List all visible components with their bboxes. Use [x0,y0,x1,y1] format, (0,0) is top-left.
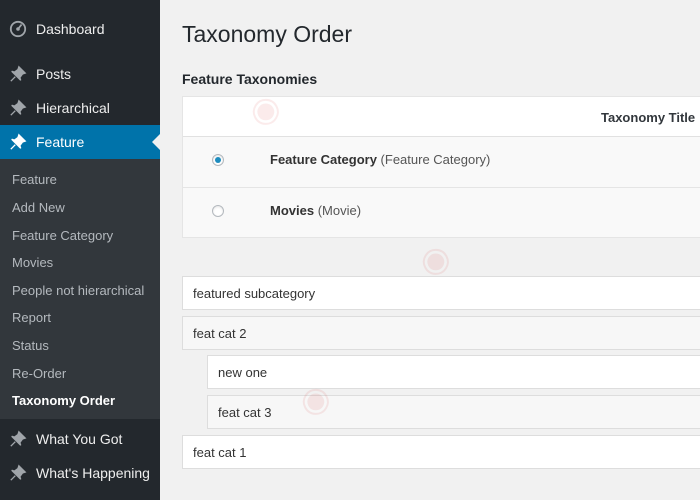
menu-label: Dashboard [36,21,105,37]
table-row[interactable]: Movies (Movie) [183,187,700,237]
taxonomy-name: Movies [270,203,315,218]
taxonomy-label: Feature Category (Feature Category) [270,152,490,167]
column-header-taxonomy-title: Taxonomy Title [601,110,696,125]
sortable-term[interactable]: feat cat 3 [207,395,700,429]
submenu-item-status[interactable]: Status [12,338,49,353]
pin-icon [0,91,36,125]
menu-label: Posts [36,66,72,82]
page-title: Taxonomy Order [182,21,353,47]
pin-icon [0,456,36,490]
menu-item-dashboard[interactable]: Dashboard [0,12,160,46]
feature-submenu: Feature Add New Feature Category Movies … [0,159,160,419]
sortable-term[interactable]: new one [207,355,700,389]
submenu-item-re-order[interactable]: Re-Order [12,366,66,381]
section-title: Feature Taxonomies [182,71,318,87]
menu-item-whats-happening[interactable]: What's Happening [0,456,160,490]
table-row[interactable]: Feature Category (Feature Category) [183,137,700,187]
radio-button[interactable] [212,205,224,217]
submenu-item-people[interactable]: People not hierarchical [12,283,144,298]
main-content: Taxonomy Order Feature Taxonomies Taxono… [160,0,700,500]
taxonomy-name: Feature Category [270,152,377,167]
submenu-item-report[interactable]: Report [12,310,51,325]
menu-item-what-you-got[interactable]: What You Got [0,422,160,456]
menu-item-feature[interactable]: Feature [0,125,160,159]
submenu-item-add-new[interactable]: Add New [12,200,65,215]
pin-icon [0,57,36,91]
menu-item-posts[interactable]: Posts [0,57,160,91]
menu-label: What You Got [36,431,123,447]
submenu-item-feature[interactable]: Feature [12,172,57,187]
pin-icon [0,125,36,159]
menu-label: Hierarchical [36,100,110,116]
menu-item-hierarchical[interactable]: Hierarchical [0,91,160,125]
sortable-term[interactable]: feat cat 2 [182,316,700,350]
taxonomy-label: Movies (Movie) [270,203,361,218]
admin-sidebar: Dashboard Posts Hierarchical Feature Fea… [0,0,160,500]
radio-button[interactable] [212,154,224,166]
submenu-item-taxonomy-order[interactable]: Taxonomy Order [12,393,115,408]
submenu-item-feature-category[interactable]: Feature Category [12,228,113,243]
menu-label: Feature [36,134,85,150]
sortable-term[interactable]: feat cat 1 [182,435,700,469]
submenu-item-movies[interactable]: Movies [12,255,53,270]
taxonomy-detail: (Movie) [317,203,362,218]
table-header: Taxonomy Title [183,97,700,137]
sortable-term[interactable]: featured subcategory [182,276,700,310]
menu-label: What's Happening [36,465,150,481]
taxonomy-table: Taxonomy Title Feature Category (Feature… [182,96,700,238]
pin-icon [0,422,36,456]
taxonomy-detail: (Feature Category) [380,152,491,167]
dashboard-icon [0,12,36,46]
